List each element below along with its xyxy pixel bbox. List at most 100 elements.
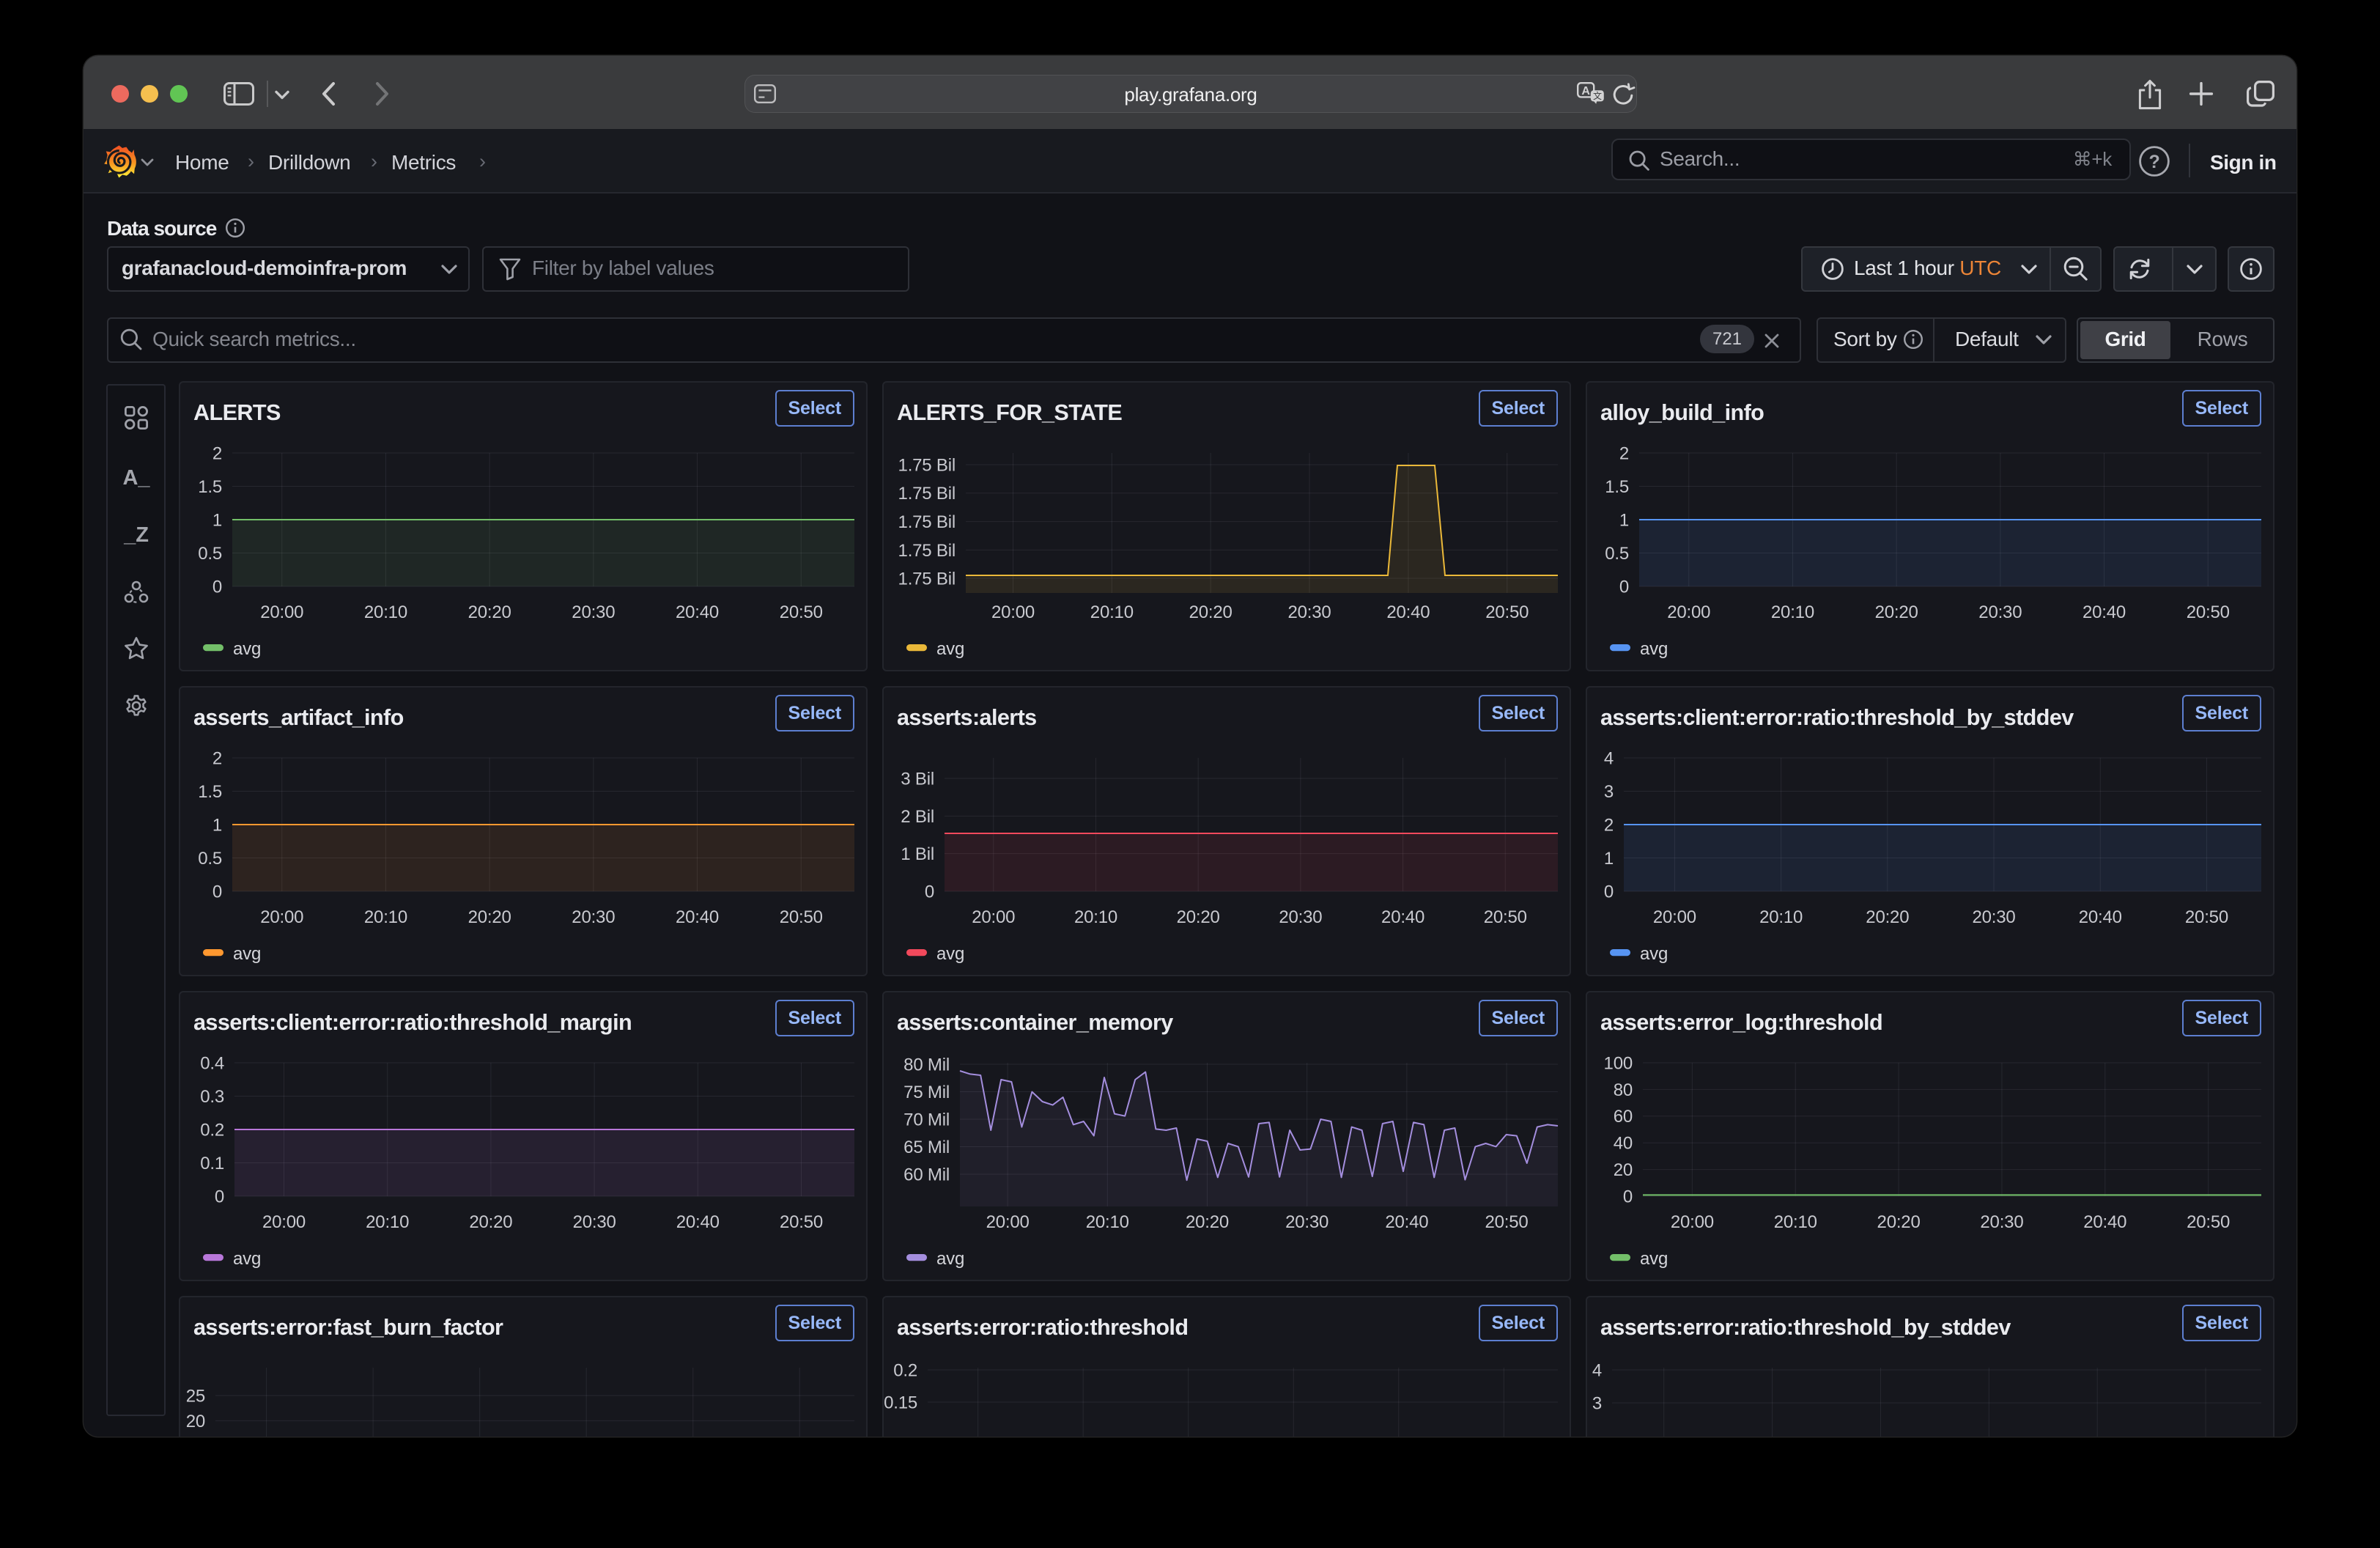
svg-text:0.3: 0.3 bbox=[200, 1087, 224, 1107]
svg-text:avg: avg bbox=[1640, 1249, 1668, 1269]
svg-text:20:40: 20:40 bbox=[2083, 1212, 2126, 1232]
svg-text:20:40: 20:40 bbox=[676, 907, 719, 927]
svg-text:70 Mil: 70 Mil bbox=[903, 1110, 950, 1129]
svg-text:1.75 Bil: 1.75 Bil bbox=[898, 484, 956, 504]
svg-text:avg: avg bbox=[233, 1249, 261, 1269]
svg-text:0: 0 bbox=[1619, 577, 1629, 597]
svg-text:0: 0 bbox=[212, 577, 222, 597]
svg-text:20:00: 20:00 bbox=[1671, 1212, 1714, 1232]
svg-text:0: 0 bbox=[1604, 882, 1614, 902]
svg-text:2: 2 bbox=[212, 748, 222, 768]
svg-text:20:00: 20:00 bbox=[260, 907, 303, 927]
svg-text:avg: avg bbox=[233, 639, 261, 659]
svg-text:3: 3 bbox=[1592, 1393, 1602, 1413]
svg-text:avg: avg bbox=[936, 639, 964, 659]
svg-text:20:50: 20:50 bbox=[2185, 907, 2228, 927]
svg-text:20:30: 20:30 bbox=[572, 602, 615, 622]
svg-text:0: 0 bbox=[1623, 1187, 1633, 1206]
svg-text:3: 3 bbox=[1604, 782, 1614, 802]
svg-text:1.5: 1.5 bbox=[198, 477, 222, 497]
svg-text:4: 4 bbox=[1592, 1360, 1602, 1380]
svg-text:20:50: 20:50 bbox=[1485, 602, 1529, 622]
svg-text:20:30: 20:30 bbox=[1973, 907, 2016, 927]
svg-text:1: 1 bbox=[212, 510, 222, 530]
svg-text:20:30: 20:30 bbox=[573, 1212, 616, 1232]
svg-text:20: 20 bbox=[1614, 1160, 1633, 1180]
svg-text:20:10: 20:10 bbox=[366, 1212, 409, 1232]
svg-text:0.5: 0.5 bbox=[198, 544, 222, 564]
svg-text:20:50: 20:50 bbox=[1484, 907, 1527, 927]
svg-text:60 Mil: 60 Mil bbox=[903, 1165, 950, 1184]
svg-text:20:30: 20:30 bbox=[1279, 907, 1322, 927]
svg-text:2: 2 bbox=[212, 443, 222, 463]
svg-text:1.5: 1.5 bbox=[1605, 477, 1629, 497]
svg-text:20:10: 20:10 bbox=[1771, 602, 1814, 622]
svg-text:60: 60 bbox=[1614, 1107, 1633, 1127]
svg-text:20:20: 20:20 bbox=[468, 907, 511, 927]
svg-text:20:40: 20:40 bbox=[676, 1212, 720, 1232]
svg-text:avg: avg bbox=[233, 944, 261, 964]
svg-text:1.75 Bil: 1.75 Bil bbox=[898, 512, 956, 532]
svg-text:100: 100 bbox=[1604, 1053, 1633, 1073]
svg-text:20:00: 20:00 bbox=[991, 602, 1035, 622]
svg-text:文: 文 bbox=[1593, 90, 1602, 101]
svg-text:80: 80 bbox=[1614, 1080, 1633, 1100]
svg-text:0.2: 0.2 bbox=[200, 1120, 224, 1140]
svg-text:20:40: 20:40 bbox=[2079, 907, 2122, 927]
svg-text:20:40: 20:40 bbox=[1381, 907, 1424, 927]
svg-text:20:20: 20:20 bbox=[1866, 907, 1909, 927]
svg-text:20:30: 20:30 bbox=[572, 907, 615, 927]
svg-text:20:30: 20:30 bbox=[1980, 1212, 2023, 1232]
svg-text:20:10: 20:10 bbox=[1090, 602, 1134, 622]
svg-text:avg: avg bbox=[1640, 639, 1668, 659]
svg-text:20: 20 bbox=[186, 1412, 205, 1431]
svg-text:0.2: 0.2 bbox=[893, 1360, 917, 1380]
svg-text:20:00: 20:00 bbox=[1653, 907, 1696, 927]
svg-text:20:10: 20:10 bbox=[1086, 1212, 1129, 1232]
svg-text:avg: avg bbox=[936, 1249, 964, 1269]
svg-text:2 Bil: 2 Bil bbox=[901, 807, 934, 827]
svg-text:A: A bbox=[1581, 85, 1590, 97]
svg-text:20:20: 20:20 bbox=[1189, 602, 1232, 622]
svg-text:avg: avg bbox=[1640, 944, 1668, 964]
svg-text:20:40: 20:40 bbox=[1386, 602, 1430, 622]
svg-text:20:10: 20:10 bbox=[1074, 907, 1117, 927]
svg-text:0.1: 0.1 bbox=[200, 1154, 224, 1173]
svg-text:avg: avg bbox=[936, 944, 964, 964]
svg-text:1.5: 1.5 bbox=[198, 782, 222, 802]
svg-text:1 Bil: 1 Bil bbox=[901, 844, 934, 864]
svg-text:20:00: 20:00 bbox=[1667, 602, 1710, 622]
svg-text:0: 0 bbox=[215, 1187, 224, 1206]
svg-text:4: 4 bbox=[1604, 748, 1614, 768]
svg-text:0: 0 bbox=[925, 882, 934, 902]
svg-text:0.4: 0.4 bbox=[200, 1053, 224, 1073]
svg-text:20:00: 20:00 bbox=[972, 907, 1015, 927]
svg-text:25: 25 bbox=[186, 1386, 205, 1406]
svg-text:20:20: 20:20 bbox=[468, 602, 511, 622]
svg-text:20:10: 20:10 bbox=[364, 907, 407, 927]
svg-text:2: 2 bbox=[1619, 443, 1629, 463]
svg-text:20:50: 20:50 bbox=[2187, 602, 2230, 622]
svg-text:20:00: 20:00 bbox=[260, 602, 303, 622]
svg-text:0.15: 0.15 bbox=[884, 1393, 917, 1412]
svg-text:0.5: 0.5 bbox=[198, 849, 222, 869]
svg-text:20:30: 20:30 bbox=[1288, 602, 1331, 622]
svg-text:1.75 Bil: 1.75 Bil bbox=[898, 455, 956, 475]
svg-text:20:20: 20:20 bbox=[1186, 1212, 1229, 1232]
svg-text:20:20: 20:20 bbox=[1875, 602, 1918, 622]
svg-text:1: 1 bbox=[1619, 510, 1629, 530]
svg-text:20:20: 20:20 bbox=[1177, 907, 1220, 927]
svg-text:20:50: 20:50 bbox=[1485, 1212, 1529, 1232]
svg-text:75 Mil: 75 Mil bbox=[903, 1083, 950, 1102]
svg-text:20:10: 20:10 bbox=[1774, 1212, 1817, 1232]
svg-text:0: 0 bbox=[212, 882, 222, 902]
svg-text:20:00: 20:00 bbox=[986, 1212, 1030, 1232]
svg-text:20:40: 20:40 bbox=[1385, 1212, 1428, 1232]
svg-text:40: 40 bbox=[1614, 1134, 1633, 1154]
svg-text:1.75 Bil: 1.75 Bil bbox=[898, 569, 956, 589]
svg-text:0.5: 0.5 bbox=[1605, 544, 1629, 564]
svg-text:20:50: 20:50 bbox=[780, 602, 823, 622]
svg-text:20:40: 20:40 bbox=[2082, 602, 2126, 622]
svg-text:20:50: 20:50 bbox=[2187, 1212, 2230, 1232]
svg-text:20:20: 20:20 bbox=[1877, 1212, 1921, 1232]
